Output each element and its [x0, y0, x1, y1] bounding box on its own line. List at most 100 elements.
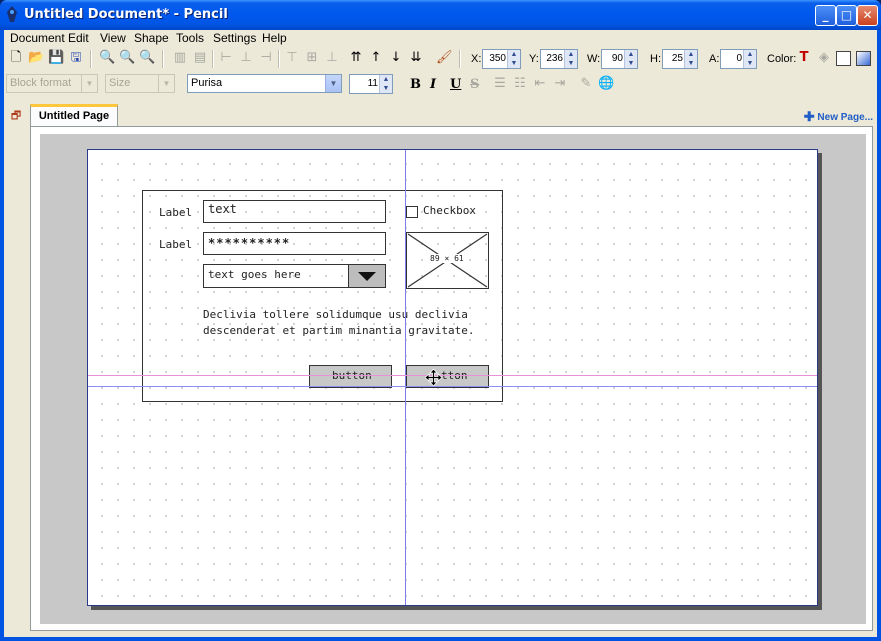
- image-size-caption: 89 × 61: [429, 254, 465, 263]
- bulleted-list-icon[interactable]: ☰: [492, 76, 508, 92]
- close-button[interactable]: ✕: [857, 5, 878, 26]
- menu-shape[interactable]: Shape: [134, 31, 169, 45]
- zoom-reset-icon[interactable]: 🔍: [119, 50, 135, 66]
- numbered-list-icon[interactable]: ☷: [512, 76, 528, 92]
- save-as-icon[interactable]: 🖫: [68, 50, 84, 66]
- a-spinner-arrows[interactable]: ▲ ▼: [743, 50, 756, 68]
- text-input-shape[interactable]: text: [203, 200, 386, 223]
- eraser-icon[interactable]: ✎: [578, 76, 594, 92]
- y-spinner-arrows[interactable]: ▲ ▼: [564, 50, 577, 68]
- title-bar: Untitled Document* - Pencil _ □ ✕: [0, 0, 881, 30]
- menu-settings[interactable]: Settings: [213, 31, 256, 45]
- italic-button[interactable]: I: [430, 77, 436, 92]
- align-middle-icon[interactable]: ⊞: [304, 50, 320, 66]
- move-cursor-icon: [425, 369, 442, 386]
- text-input-value: text: [208, 202, 237, 216]
- password-value: **********: [208, 236, 291, 250]
- x-label: X:: [471, 53, 482, 65]
- menu-document[interactable]: Document: [10, 31, 65, 45]
- paragraph-line-1[interactable]: Declivia tollere solidumque usu declivia: [203, 308, 468, 321]
- dropdown-value: text goes here: [208, 268, 301, 281]
- label-shape-2[interactable]: Label: [159, 238, 192, 251]
- checkbox-shape[interactable]: [406, 206, 418, 218]
- minimize-button[interactable]: _: [815, 5, 836, 26]
- align-center-icon[interactable]: ⊥: [238, 50, 254, 66]
- stroke-color-icon[interactable]: [836, 51, 851, 66]
- page-tab-bar: 🗗 Untitled Page ✚ New Page...: [4, 102, 877, 126]
- new-page-label: New Page...: [817, 112, 873, 123]
- block-format-select[interactable]: Block format ▼: [6, 74, 98, 93]
- indent-icon[interactable]: ⇥: [552, 76, 568, 92]
- color-label: Color:: [767, 53, 797, 65]
- menu-view[interactable]: View: [100, 31, 126, 45]
- drawing-page[interactable]: Label text Label ********** text goes he…: [87, 149, 818, 606]
- new-page-button[interactable]: ✚ New Page...: [804, 109, 873, 125]
- width-field[interactable]: 90 ▲ ▼: [601, 49, 638, 69]
- bring-to-front-icon[interactable]: ⇈: [348, 50, 364, 66]
- size-select[interactable]: Size ▼: [105, 74, 175, 93]
- zoom-out-icon[interactable]: 🔍: [139, 50, 155, 66]
- y-field[interactable]: 236 ▲ ▼: [540, 49, 578, 69]
- strikethrough-button[interactable]: S: [470, 77, 479, 92]
- maximize-button[interactable]: □: [836, 5, 857, 26]
- menu-tools[interactable]: Tools: [176, 31, 204, 45]
- x-field[interactable]: 350 ▲ ▼: [482, 49, 521, 69]
- menu-edit[interactable]: Edit: [68, 31, 89, 45]
- page-options-icon[interactable]: 🗗: [8, 108, 24, 124]
- x-spinner-arrows[interactable]: ▲ ▼: [507, 50, 520, 68]
- dropdown-shape[interactable]: text goes here: [203, 264, 386, 288]
- pencil-app-icon: [7, 6, 17, 22]
- window-title: Untitled Document* - Pencil: [24, 7, 228, 22]
- main-toolbar: 🗋 📂 💾 🖫 🔍 🔍 🔍 ▥ ▤ ⊢ ⊥ ⊣ ⊤ ⊞ ⊥ ⇈ ↑ ↓ ⇊ 🖌: [4, 48, 877, 70]
- image-placeholder-shape[interactable]: 89 × 61: [406, 232, 489, 289]
- height-field[interactable]: 25 ▲ ▼: [662, 49, 698, 69]
- y-label: Y:: [529, 53, 539, 65]
- vertical-snap-guide: [405, 150, 406, 605]
- drawing-workspace: Label text Label ********** text goes he…: [30, 126, 873, 631]
- align-right-icon[interactable]: ⊣: [258, 50, 274, 66]
- bring-forward-icon[interactable]: ↑: [368, 50, 384, 66]
- align-top-icon[interactable]: ⊤: [284, 50, 300, 66]
- format-painter-icon[interactable]: 🖌: [436, 50, 453, 66]
- zoom-in-icon[interactable]: 🔍: [99, 50, 115, 66]
- send-backward-icon[interactable]: ↓: [388, 50, 404, 66]
- font-size-spinner-arrows[interactable]: ▲ ▼: [379, 75, 392, 93]
- link-icon[interactable]: 🌐: [598, 76, 614, 92]
- password-input-shape[interactable]: **********: [203, 232, 386, 255]
- a-label: A:: [709, 53, 720, 65]
- send-to-back-icon[interactable]: ⇊: [408, 50, 424, 66]
- horizontal-snap-guide-blue: [88, 386, 817, 387]
- new-document-icon[interactable]: 🗋: [8, 50, 24, 66]
- align-left-icon[interactable]: ⊢: [218, 50, 234, 66]
- app-client: Document Edit View Shape Tools Settings …: [4, 30, 877, 637]
- horizontal-snap-guide-pink: [88, 375, 817, 376]
- text-color-icon[interactable]: T: [796, 50, 812, 66]
- outdent-icon[interactable]: ⇤: [532, 76, 548, 92]
- label-shape-1[interactable]: Label: [159, 206, 192, 219]
- shadow-color-icon[interactable]: [856, 51, 871, 66]
- open-folder-icon[interactable]: 📂: [28, 50, 44, 66]
- w-spinner-arrows[interactable]: ▲ ▼: [624, 50, 637, 68]
- ungroup-icon[interactable]: ▤: [192, 50, 208, 66]
- save-icon[interactable]: 💾: [48, 50, 64, 66]
- h-spinner-arrows[interactable]: ▲ ▼: [684, 50, 697, 68]
- plus-icon: ✚: [803, 109, 815, 124]
- align-bottom-icon[interactable]: ⊥: [324, 50, 340, 66]
- font-family-select[interactable]: Purisa ▼: [187, 74, 342, 93]
- group-icon[interactable]: ▥: [172, 50, 188, 66]
- triangle-down-icon: [358, 272, 376, 281]
- pencil-window: Untitled Document* - Pencil _ □ ✕ Docume…: [0, 0, 881, 641]
- menu-bar: Document Edit View Shape Tools Settings …: [4, 30, 877, 46]
- fill-color-icon[interactable]: ◈: [816, 50, 832, 66]
- checkbox-label[interactable]: Checkbox: [423, 204, 476, 217]
- underline-button[interactable]: U: [450, 77, 461, 92]
- font-size-field[interactable]: 11 ▲ ▼: [349, 74, 393, 94]
- button-shape-2[interactable]: tton: [406, 365, 489, 388]
- format-toolbar: Block format ▼ Size ▼ Purisa ▼ 11 ▲ ▼ B I U S…: [4, 73, 877, 95]
- menu-help[interactable]: Help: [262, 31, 287, 45]
- bold-button[interactable]: B: [410, 77, 421, 92]
- angle-field[interactable]: 0 ▲ ▼: [720, 49, 757, 69]
- button-shape-1[interactable]: button: [309, 365, 392, 388]
- paragraph-line-2[interactable]: descenderat et partim minantia gravitate…: [203, 324, 475, 337]
- tab-untitled-page[interactable]: Untitled Page: [30, 104, 118, 126]
